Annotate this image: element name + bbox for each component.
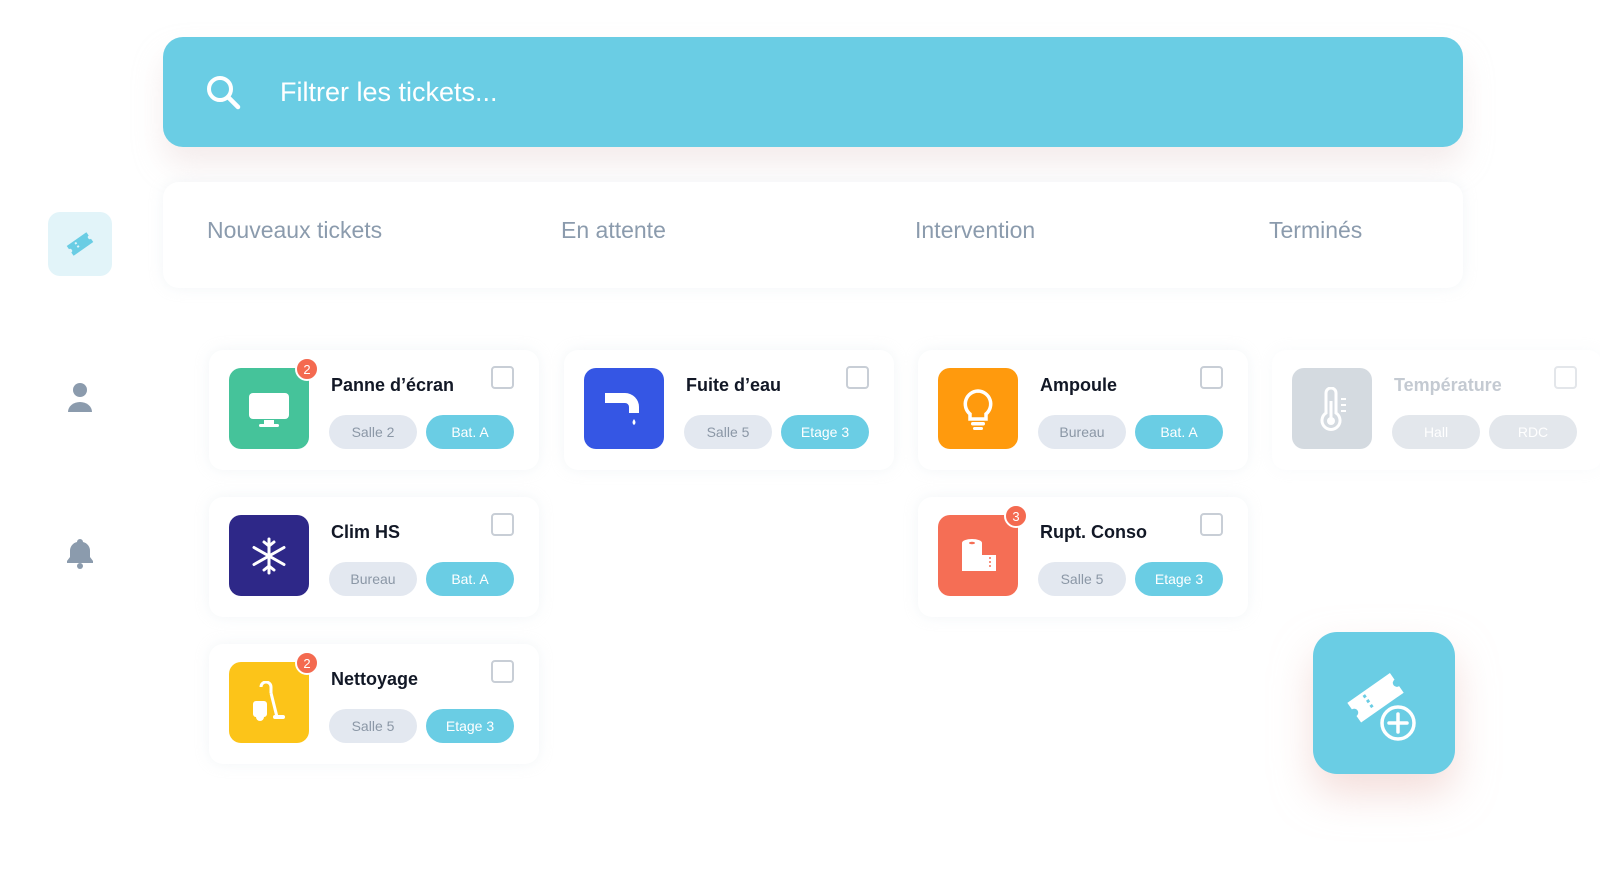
tab-nouveaux-tickets[interactable]: Nouveaux tickets <box>207 217 382 244</box>
ticket-title: Clim HS <box>331 522 401 542</box>
building-tag: RDC <box>1489 415 1577 449</box>
toilet-paper-icon <box>962 538 996 571</box>
category-tile <box>1292 368 1372 449</box>
status-tabs: Nouveaux tickets En attente Intervention… <box>163 182 1463 288</box>
tab-intervention[interactable]: Intervention <box>915 217 1035 244</box>
ticket-card[interactable]: Température Hall RDC <box>1272 350 1600 470</box>
ticket-title: Rupt. Conso <box>1040 522 1147 542</box>
building-tag: Bat. A <box>1135 415 1223 449</box>
search-bar <box>163 37 1463 147</box>
vacuum-icon <box>253 680 285 721</box>
ticket-checkbox[interactable] <box>491 366 514 389</box>
category-tile <box>229 662 309 743</box>
ticket-title: Panne d’écran <box>331 375 455 395</box>
ticket-checkbox[interactable] <box>846 366 869 389</box>
ticket-icon <box>66 232 94 256</box>
ticket-card[interactable]: Fuite d’eau Salle 5 Etage 3 <box>564 350 894 470</box>
sidebar-item-tickets[interactable] <box>48 212 112 276</box>
building-tag: Bat. A <box>426 562 514 596</box>
sidebar-item-notifications[interactable] <box>48 521 112 585</box>
building-tag: Bat. A <box>426 415 514 449</box>
ticket-checkbox[interactable] <box>1200 513 1223 536</box>
building-tag: Etage 3 <box>426 709 514 743</box>
ticket-checkbox[interactable] <box>1554 366 1577 389</box>
category-tile <box>229 368 309 449</box>
building-tag: Etage 3 <box>1135 562 1223 596</box>
ticket-card[interactable]: Clim HS Bureau Bat. A <box>209 497 539 617</box>
ticket-title: Température <box>1394 375 1502 395</box>
faucet-icon <box>605 392 639 425</box>
category-tile <box>229 515 309 596</box>
location-tag: Salle 5 <box>684 415 772 449</box>
notification-badge: 2 <box>295 651 319 675</box>
ticket-card[interactable]: 2 Panne d’écran Salle 2 Bat. A <box>209 350 539 470</box>
ticket-checkbox[interactable] <box>491 513 514 536</box>
search-input[interactable] <box>278 61 1463 123</box>
category-tile <box>584 368 664 449</box>
add-ticket-icon <box>1347 673 1417 742</box>
location-tag: Bureau <box>329 562 417 596</box>
ticket-title: Ampoule <box>1040 375 1118 395</box>
ticket-card[interactable]: 3 Rupt. Conso Salle 5 Etage 3 <box>918 497 1248 617</box>
add-ticket-button[interactable] <box>1313 632 1455 774</box>
ticket-checkbox[interactable] <box>491 660 514 683</box>
ticket-checkbox[interactable] <box>1200 366 1223 389</box>
tab-termines[interactable]: Terminés <box>1269 217 1362 244</box>
ticket-title: Nettoyage <box>331 669 419 689</box>
snowflake-icon <box>252 537 286 574</box>
location-tag: Salle 5 <box>329 709 417 743</box>
location-tag: Bureau <box>1038 415 1126 449</box>
sidebar-item-users[interactable] <box>48 365 112 429</box>
tab-en-attente[interactable]: En attente <box>561 217 666 244</box>
lightbulb-icon <box>963 388 993 430</box>
ticket-title: Fuite d’eau <box>686 375 782 395</box>
thermometer-icon <box>1320 386 1346 431</box>
user-icon <box>68 383 92 412</box>
search-icon <box>207 76 241 110</box>
notification-badge: 2 <box>295 357 319 381</box>
monitor-icon <box>249 392 289 427</box>
bell-icon <box>67 539 93 569</box>
location-tag: Salle 2 <box>329 415 417 449</box>
location-tag: Salle 5 <box>1038 562 1126 596</box>
category-tile <box>938 368 1018 449</box>
ticket-card[interactable]: Ampoule Bureau Bat. A <box>918 350 1248 470</box>
category-tile <box>938 515 1018 596</box>
building-tag: Etage 3 <box>781 415 869 449</box>
notification-badge: 3 <box>1004 504 1028 528</box>
location-tag: Hall <box>1392 415 1480 449</box>
ticket-card[interactable]: 2 Nettoyage Salle 5 Etage 3 <box>209 644 539 764</box>
